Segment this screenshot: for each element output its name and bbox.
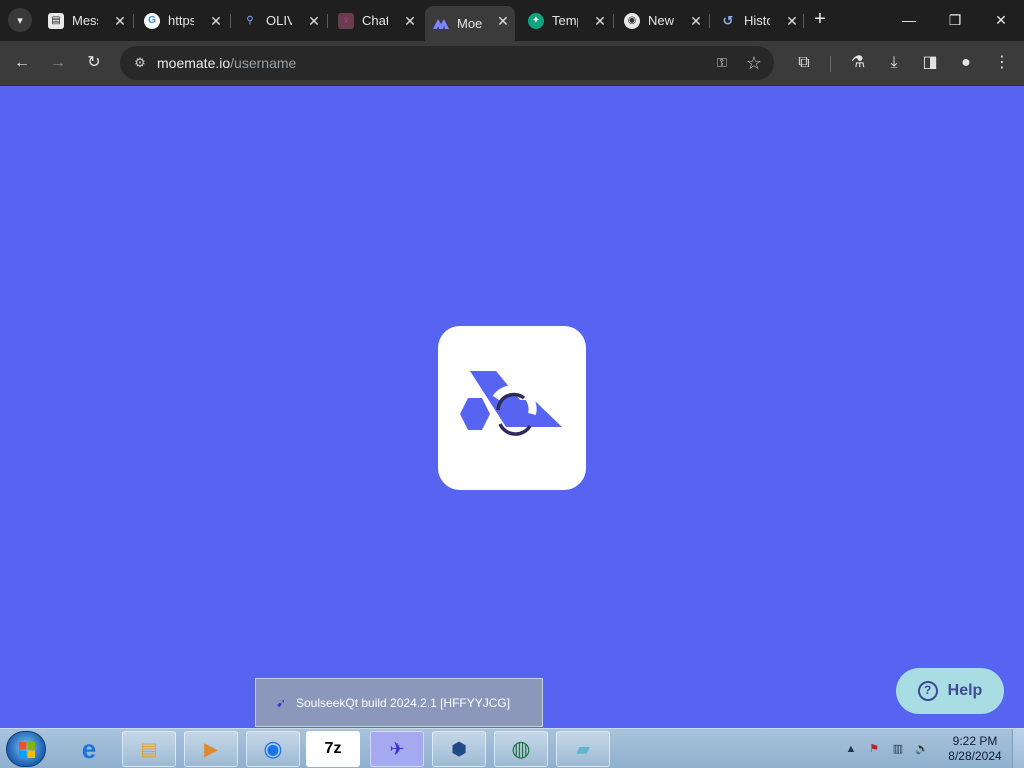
url-host: moemate.io: [157, 55, 231, 71]
start-button[interactable]: [6, 731, 46, 767]
close-icon[interactable]: ✕: [112, 13, 128, 29]
password-key-icon[interactable]: ⚿: [710, 51, 734, 75]
network-globe-icon[interactable]: ◍: [494, 731, 548, 767]
chrome-icon[interactable]: ◉: [246, 731, 300, 767]
download-icon[interactable]: ⤓: [882, 51, 906, 75]
url-text[interactable]: moemate.io/username: [157, 55, 296, 71]
tab-divider: [709, 14, 710, 28]
chrome-icon: ◉: [624, 12, 640, 29]
tab-divider: [133, 14, 134, 28]
labs-flask-icon[interactable]: ⚗: [846, 51, 870, 75]
site-settings-icon[interactable]: ⚙: [128, 51, 152, 75]
tab-title: https://: [168, 13, 194, 28]
close-icon[interactable]: ✕: [306, 13, 322, 29]
7zip-icon[interactable]: 7z: [306, 731, 360, 767]
character-icon: ♀: [338, 12, 354, 29]
moemate-logo-icon: [460, 371, 562, 436]
tab-title: Chat: [362, 13, 388, 28]
system-clock[interactable]: 9:22 PM 8/28/2024: [940, 734, 1010, 764]
moemate-logo-card: [438, 326, 586, 490]
url-path: /username: [230, 55, 297, 71]
tab-history[interactable]: ↺ History ✕: [712, 6, 804, 35]
preview-title: SoulseekQt build 2024.2.1 [HFFYYJCG]: [296, 696, 511, 710]
tab-title: New Tab: [648, 13, 674, 28]
close-icon[interactable]: ✕: [208, 13, 224, 29]
browser-toolbar: ← → ↻ ⚙ moemate.io/username ⚿ ☆ ⧉ ⚗ ⤓ ◨ …: [0, 41, 1024, 86]
window-close-icon[interactable]: ✕: [989, 8, 1013, 32]
clock-time: 9:22 PM: [952, 734, 998, 748]
tab-strip: ▾ ▤ Messages ✕ G https:// ✕ ⚲ OLIVIA ✕ ♀…: [0, 0, 1024, 41]
tab-new-tab[interactable]: ◉ New Tab ✕: [616, 6, 708, 35]
soulseek-icon[interactable]: ✈: [370, 731, 424, 767]
close-icon[interactable]: ✕: [402, 13, 418, 29]
reload-button[interactable]: ↻: [82, 51, 106, 75]
tab-templates[interactable]: ✦ Templates ✕: [520, 6, 612, 35]
show-desktop-button[interactable]: [1012, 729, 1024, 768]
moemate-icon: [433, 16, 449, 32]
close-icon[interactable]: ✕: [592, 13, 608, 29]
help-label: Help: [947, 682, 983, 699]
tab-title: Moemate: [457, 16, 483, 31]
ie-icon[interactable]: e: [62, 731, 116, 767]
tab-title: OLIVIA: [266, 13, 292, 28]
menu-kebab-icon[interactable]: ⋮: [990, 51, 1014, 75]
side-panel-icon[interactable]: ◨: [918, 51, 942, 75]
tab-messages[interactable]: ▤ Messages ✕: [40, 6, 132, 35]
action-center-icon[interactable]: ⚑: [866, 741, 882, 757]
tab-chat[interactable]: ♀ Chat ✕: [330, 6, 422, 35]
tray-expand-icon[interactable]: ▲: [843, 741, 859, 757]
tab-search-button[interactable]: ▾: [8, 8, 32, 32]
media-player-icon[interactable]: ▶: [184, 731, 238, 767]
history-icon: ↺: [722, 12, 734, 28]
toolbar-divider: [830, 56, 831, 72]
soulseek-bird-icon: ➹: [276, 696, 287, 710]
profile-icon[interactable]: ●: [954, 51, 978, 75]
volume-muted-icon[interactable]: 🔈: [914, 741, 930, 757]
tab-divider: [327, 14, 328, 28]
tab-moemate[interactable]: Moemate ✕: [425, 6, 515, 41]
search-icon: ⚲: [246, 15, 254, 26]
windows-logo-icon: [19, 742, 35, 758]
question-icon: ?: [917, 681, 938, 701]
page-icon: ▤: [48, 12, 64, 29]
windows-taskbar: e ▤ ▶ ◉ 7z ✈ ⬢ ◍ ▰ ▲ ⚑ ▥ 🔈 9:22 PM 8/28/…: [0, 728, 1024, 768]
tab-divider: [803, 14, 804, 28]
tab-title: History: [744, 13, 770, 28]
close-icon[interactable]: ✕: [495, 13, 511, 29]
tab-divider: [230, 14, 231, 28]
tab-title: Messages: [72, 13, 98, 28]
new-tab-button[interactable]: +: [810, 9, 830, 29]
tab-divider: [613, 14, 614, 28]
template-icon: ✦: [528, 12, 544, 29]
clock-date: 8/28/2024: [948, 749, 1002, 763]
virtualbox-icon[interactable]: ⬢: [432, 731, 486, 767]
notepad-icon[interactable]: ▰: [556, 731, 610, 767]
bookmark-star-icon[interactable]: ☆: [742, 51, 766, 75]
minimize-icon[interactable]: —: [897, 8, 921, 32]
tab-https[interactable]: G https:// ✕: [136, 6, 228, 35]
restore-icon[interactable]: ❐: [943, 8, 967, 32]
extensions-icon[interactable]: ⧉: [792, 51, 816, 75]
close-icon[interactable]: ✕: [784, 13, 800, 29]
taskbar-window-preview[interactable]: ➹ SoulseekQt build 2024.2.1 [HFFYYJCG]: [255, 678, 543, 727]
forward-button[interactable]: →: [46, 51, 70, 75]
address-bar[interactable]: ⚙ moemate.io/username ⚿ ☆: [120, 46, 774, 80]
back-button[interactable]: ←: [10, 51, 34, 75]
help-button[interactable]: ? Help: [896, 668, 1004, 714]
tab-olivia[interactable]: ⚲ OLIVIA ✕: [234, 6, 326, 35]
folder-icon[interactable]: ▤: [122, 731, 176, 767]
tab-title: Templates: [552, 13, 578, 28]
close-icon[interactable]: ✕: [688, 13, 704, 29]
google-icon: G: [144, 12, 160, 29]
network-tray-icon[interactable]: ▥: [890, 741, 906, 757]
